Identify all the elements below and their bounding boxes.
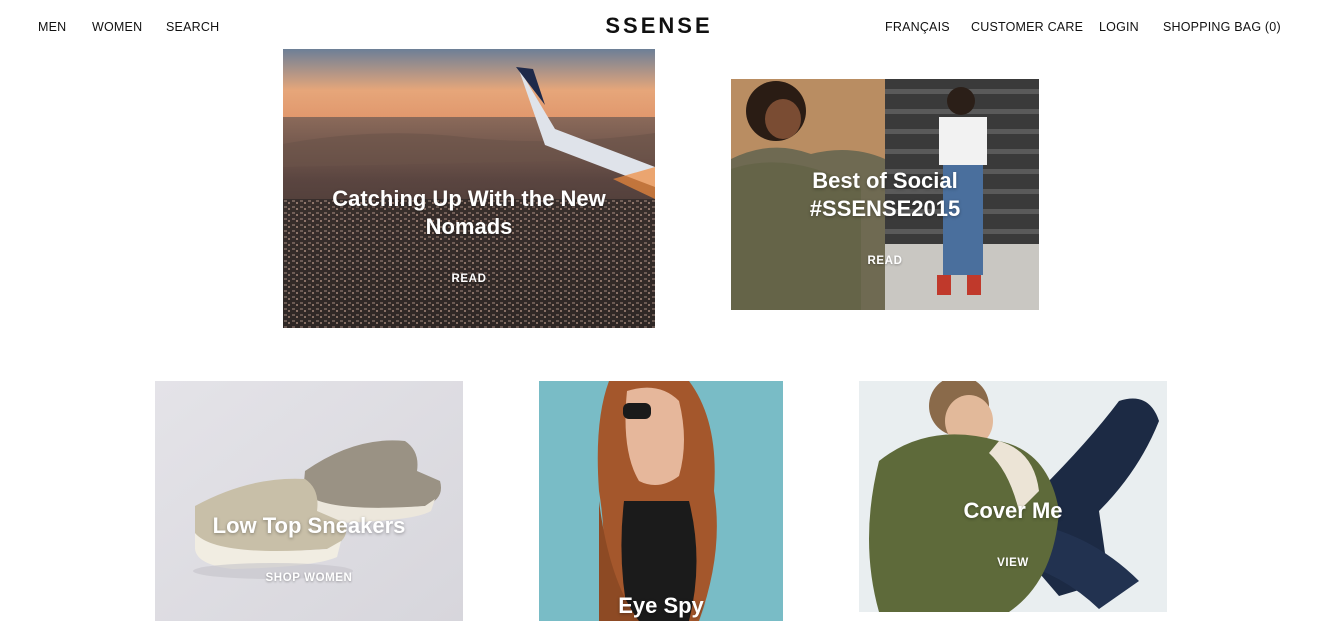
nav-men-link[interactable]: MEN [38,20,66,34]
shopping-bag-link[interactable]: SHOPPING BAG (0) [1163,20,1281,34]
view-link[interactable]: VIEW [859,557,1167,569]
product-tile-cover-me[interactable]: Cover Me VIEW [859,381,1167,612]
language-link[interactable]: FRANÇAIS [885,20,950,34]
sneakers-image [155,381,463,621]
eyewear-model-image [539,381,783,621]
product-tile-eye-spy[interactable]: Eye Spy [539,381,783,621]
tile-title: Cover Me [963,498,1063,523]
read-link[interactable]: READ [283,273,655,285]
nav-search-link[interactable]: SEARCH [166,20,219,34]
product-tile-sneakers[interactable]: Low Top Sneakers SHOP WOMEN [155,381,463,621]
tile-title: Best of Social #SSENSE2015 [809,168,961,221]
tile-title: Catching Up With the New Nomads [332,186,606,239]
editorial-tile-social[interactable]: Best of Social #SSENSE2015 READ [731,79,1039,310]
shop-women-link[interactable]: SHOP WOMEN [155,572,463,584]
site-header: MEN WOMEN SEARCH SSENSE FRANÇAIS CUSTOME… [0,0,1318,52]
nav-women-link[interactable]: WOMEN [92,20,142,34]
ssense-logo[interactable]: SSENSE [605,13,712,38]
tile-title: Low Top Sneakers [212,513,406,538]
editorial-tile-nomads[interactable]: Catching Up With the New Nomads READ [283,49,655,328]
customer-care-link[interactable]: CUSTOMER CARE [971,20,1083,34]
tile-title: Eye Spy [618,593,704,618]
read-link[interactable]: READ [731,255,1039,267]
login-link[interactable]: LOGIN [1099,20,1139,34]
